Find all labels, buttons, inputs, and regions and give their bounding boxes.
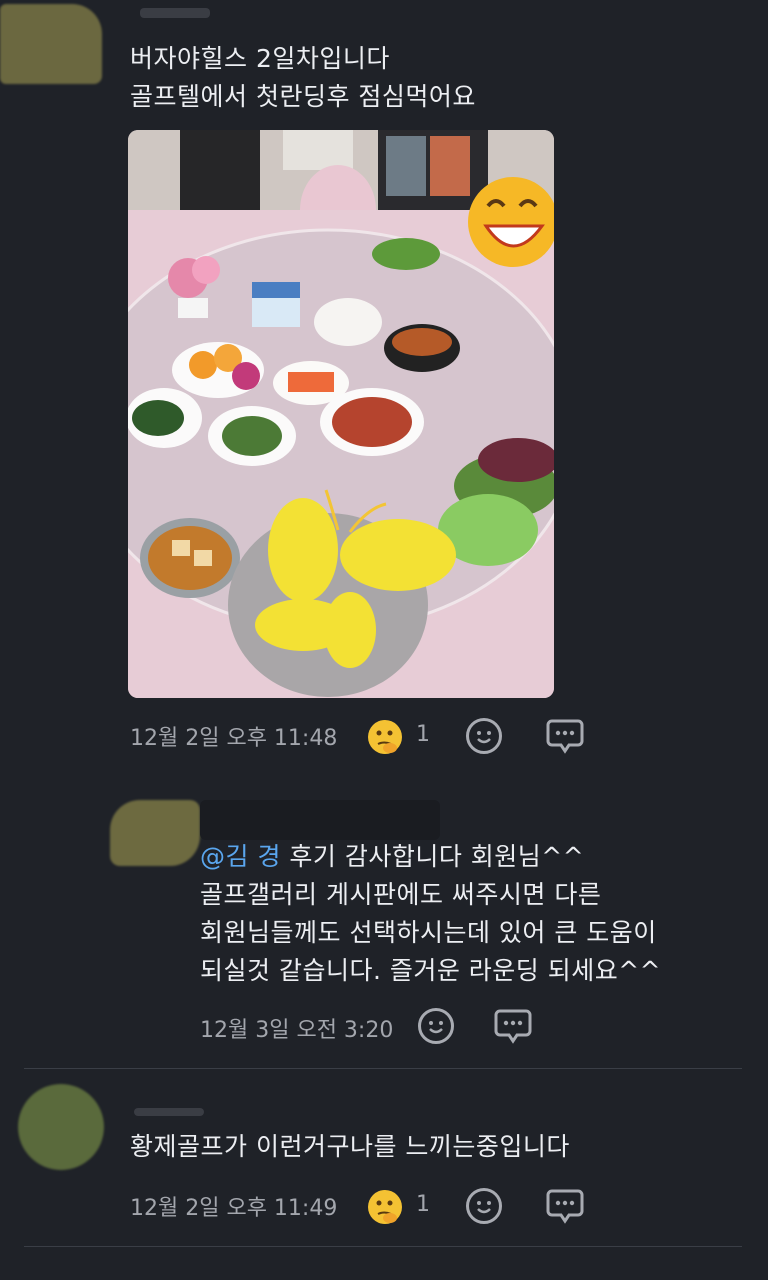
bottom-divider <box>24 1246 742 1247</box>
comment-thinking-face-emoji-icon[interactable] <box>368 1190 402 1224</box>
reply-text-line1: @김 경 후기 감사합니다 회원님^^ <box>200 838 584 876</box>
reply-text-line2: 골프갤러리 게시판에도 써주시면 다른 <box>200 880 602 909</box>
post-text-line2: 골프텔에서 첫란딩후 점심먹어요 <box>130 82 476 111</box>
post-reaction-count: 1 <box>416 722 430 747</box>
reply-add-reaction-smiley-icon[interactable] <box>418 1008 454 1044</box>
comment-add-reaction-smiley-icon[interactable] <box>466 1188 502 1224</box>
comment-timestamp: 12월 2일 오후 11:49 <box>130 1196 338 1221</box>
thinking-face-emoji-icon[interactable] <box>368 720 402 754</box>
comment-author-avatar[interactable] <box>18 1084 104 1170</box>
post-text-line1: 버자야힐스 2일차입니다 <box>130 44 390 73</box>
reply-reply-comment-icon[interactable] <box>494 1008 532 1044</box>
reply-comment-icon[interactable] <box>546 718 584 754</box>
comment-divider <box>24 1068 742 1069</box>
add-reaction-smiley-icon[interactable] <box>466 718 502 754</box>
comment-reply-comment-icon[interactable] <box>546 1188 584 1224</box>
reply-text-line1-body: 후기 감사합니다 회원님^^ <box>289 842 585 871</box>
reply-author-avatar[interactable] <box>110 800 200 866</box>
reply-timestamp: 12월 3일 오전 3:20 <box>200 1018 394 1043</box>
post-timestamp: 12월 2일 오후 11:48 <box>130 726 338 751</box>
comment-author-name-blurred <box>134 1108 204 1116</box>
photo-illustration <box>128 130 554 698</box>
reply-author-name-blurred <box>200 800 440 840</box>
author-name-blurred <box>140 8 210 18</box>
comment-text: 황제골프가 이런거구나를 느끼는중입니다 <box>130 1132 570 1161</box>
author-avatar[interactable] <box>0 4 102 84</box>
user-mention[interactable]: @김 경 <box>200 842 281 871</box>
reply-text-line4: 되실것 같습니다. 즐거운 라운딩 되세요^^ <box>200 956 662 985</box>
comment-reaction-count: 1 <box>416 1192 430 1217</box>
reply-text-line3: 회원님들께도 선택하시는데 있어 큰 도움이 <box>200 918 657 947</box>
post-photo[interactable] <box>128 130 554 698</box>
